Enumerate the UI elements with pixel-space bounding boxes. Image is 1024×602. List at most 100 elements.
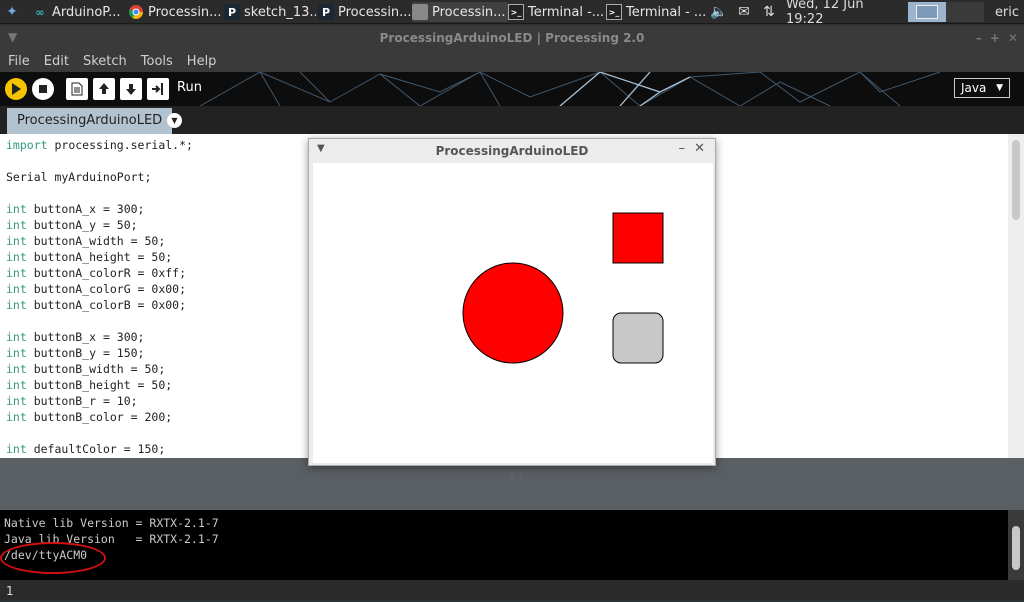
scrollbar-thumb[interactable] xyxy=(1012,140,1020,220)
code-text: buttonA_colorB = 0x00; xyxy=(26,298,187,312)
code-keyword: int xyxy=(6,378,27,392)
taskbar-item-sketch[interactable]: P sketch_13... xyxy=(224,2,316,22)
volume-icon[interactable]: 🔈 xyxy=(708,2,730,22)
arduino-icon: ∞ xyxy=(35,5,45,19)
code-text: defaultColor = 150; xyxy=(26,442,166,456)
minimize-icon[interactable]: – xyxy=(976,31,982,45)
terminal-icon: >_ xyxy=(606,4,622,20)
window-menu-icon[interactable]: ▼ xyxy=(8,30,17,44)
tab-processingarduinoled[interactable]: ProcessingArduinoLED xyxy=(7,108,173,134)
button-b-rounded-rect[interactable] xyxy=(612,312,664,364)
task-label: ArduinoP... xyxy=(52,4,121,20)
toolbar: Run Java ▼ xyxy=(0,72,1024,106)
run-button[interactable] xyxy=(5,78,27,100)
button-a-square[interactable] xyxy=(612,212,664,264)
task-label: Processin... xyxy=(338,4,412,20)
mode-label: Java xyxy=(961,81,987,95)
taskbar-item-processing-active[interactable]: Processin... xyxy=(412,2,508,22)
code-line: int buttonA_x = 300; xyxy=(6,202,144,216)
taskbar-item-terminal-2[interactable]: >_ Terminal - ... xyxy=(606,2,706,22)
taskbar-item-processing[interactable]: P Processin... xyxy=(318,2,412,22)
console-scrollbar[interactable] xyxy=(1008,510,1024,580)
chevron-down-icon: ▼ xyxy=(996,83,1003,93)
red-annotation-ellipse xyxy=(0,542,106,574)
code-keyword: int xyxy=(6,250,27,264)
code-keyword: int xyxy=(6,346,27,360)
arrow-up-icon xyxy=(99,83,109,94)
code-text: buttonB_r = 10; xyxy=(26,394,138,408)
code-line: int buttonB_width = 50; xyxy=(6,362,165,376)
code-line: int buttonB_r = 10; xyxy=(6,394,138,408)
menu-tools[interactable]: Tools xyxy=(141,54,173,69)
clock[interactable]: Wed, 12 Jun 19:22 xyxy=(786,0,900,27)
code-line: int buttonA_y = 50; xyxy=(6,218,138,232)
window-titlebar[interactable]: ProcessingArduinoLED | Processing 2.0 – +… xyxy=(0,26,1024,50)
taskbar-item-terminal-1[interactable]: >_ Terminal -... xyxy=(508,2,606,22)
sketch-drawing xyxy=(462,212,664,364)
window-icon xyxy=(412,4,428,20)
code-text: buttonB_width = 50; xyxy=(26,362,166,376)
close-icon[interactable]: ✕ xyxy=(1008,31,1018,45)
stop-button[interactable] xyxy=(32,78,54,100)
menu-file[interactable]: File xyxy=(8,54,30,69)
editor-scrollbar[interactable] xyxy=(1008,134,1024,458)
code-keyword: int xyxy=(6,234,27,248)
workspace-1[interactable] xyxy=(908,2,946,22)
code-line: int buttonA_colorR = 0xff; xyxy=(6,266,186,280)
console[interactable]: Native lib Version = RXTX-2.1-7 Java lib … xyxy=(0,510,1008,580)
sketch-window[interactable]: ProcessingArduinoLED ▼ – ✕ xyxy=(308,138,716,466)
network-arrows-icon[interactable]: ⇅ xyxy=(758,2,780,22)
code-keyword: int xyxy=(6,330,27,344)
task-label: Terminal - ... xyxy=(626,4,706,20)
tab-menu-button[interactable]: ▼ xyxy=(167,113,182,128)
tabs-row: ProcessingArduinoLED ▼ xyxy=(0,106,1024,134)
processing-icon: P xyxy=(318,4,334,20)
code-line: int buttonA_colorG = 0x00; xyxy=(6,282,186,296)
code-line: Serial myArduinoPort; xyxy=(6,170,151,184)
workspace-2[interactable] xyxy=(946,2,984,22)
export-button[interactable] xyxy=(147,78,169,100)
save-button[interactable] xyxy=(120,78,142,100)
menu-edit[interactable]: Edit xyxy=(44,54,69,69)
task-label: Processin... xyxy=(432,4,506,20)
export-icon xyxy=(152,83,163,95)
code-line: int buttonB_x = 300; xyxy=(6,330,144,344)
scrollbar-thumb[interactable] xyxy=(1012,526,1020,570)
mail-icon[interactable]: ✉ xyxy=(732,2,756,22)
close-icon[interactable]: ✕ xyxy=(694,141,705,156)
open-button[interactable] xyxy=(93,78,115,100)
code-text: buttonA_colorG = 0x00; xyxy=(26,282,187,296)
code-keyword: int xyxy=(6,202,27,216)
minimize-icon[interactable]: – xyxy=(679,141,686,156)
mode-selector[interactable]: Java ▼ xyxy=(954,78,1010,98)
xfce-mouse-icon: ✦ xyxy=(6,4,18,20)
window-title: ProcessingArduinoLED | Processing 2.0 xyxy=(379,31,645,45)
code-keyword: import xyxy=(6,138,48,152)
sketch-canvas[interactable] xyxy=(313,163,713,463)
line-number-status: 1 xyxy=(0,580,1024,600)
taskbar-item-arduino[interactable]: ∞ ArduinoP... xyxy=(32,2,124,22)
code-keyword: int xyxy=(6,298,27,312)
task-label: sketch_13... xyxy=(244,4,316,20)
app-menu-button[interactable]: ✦ xyxy=(4,2,28,22)
menubar: File Edit Sketch Tools Help xyxy=(0,50,1024,72)
code-line: int buttonB_y = 150; xyxy=(6,346,144,360)
code-keyword: int xyxy=(6,394,27,408)
new-button[interactable] xyxy=(66,78,88,100)
user-name[interactable]: eric xyxy=(992,2,1022,22)
taskbar-item-chrome[interactable]: Processin... xyxy=(128,2,220,22)
code-keyword: int xyxy=(6,362,27,376)
sketch-window-title: ProcessingArduinoLED xyxy=(435,144,589,158)
menu-help[interactable]: Help xyxy=(187,54,217,69)
code-text: buttonB_height = 50; xyxy=(26,378,173,392)
new-file-icon xyxy=(71,82,83,96)
menu-sketch[interactable]: Sketch xyxy=(83,54,127,69)
chrome-icon xyxy=(128,4,144,20)
code-line: import processing.serial.*; xyxy=(6,138,193,152)
code-text: buttonB_y = 150; xyxy=(26,346,145,360)
maximize-icon[interactable]: + xyxy=(990,31,1000,45)
task-label: Terminal -... xyxy=(528,4,605,20)
window-menu-icon[interactable]: ▼ xyxy=(317,143,325,154)
code-keyword: int xyxy=(6,218,27,232)
code-line: int buttonA_colorB = 0x00; xyxy=(6,298,186,312)
